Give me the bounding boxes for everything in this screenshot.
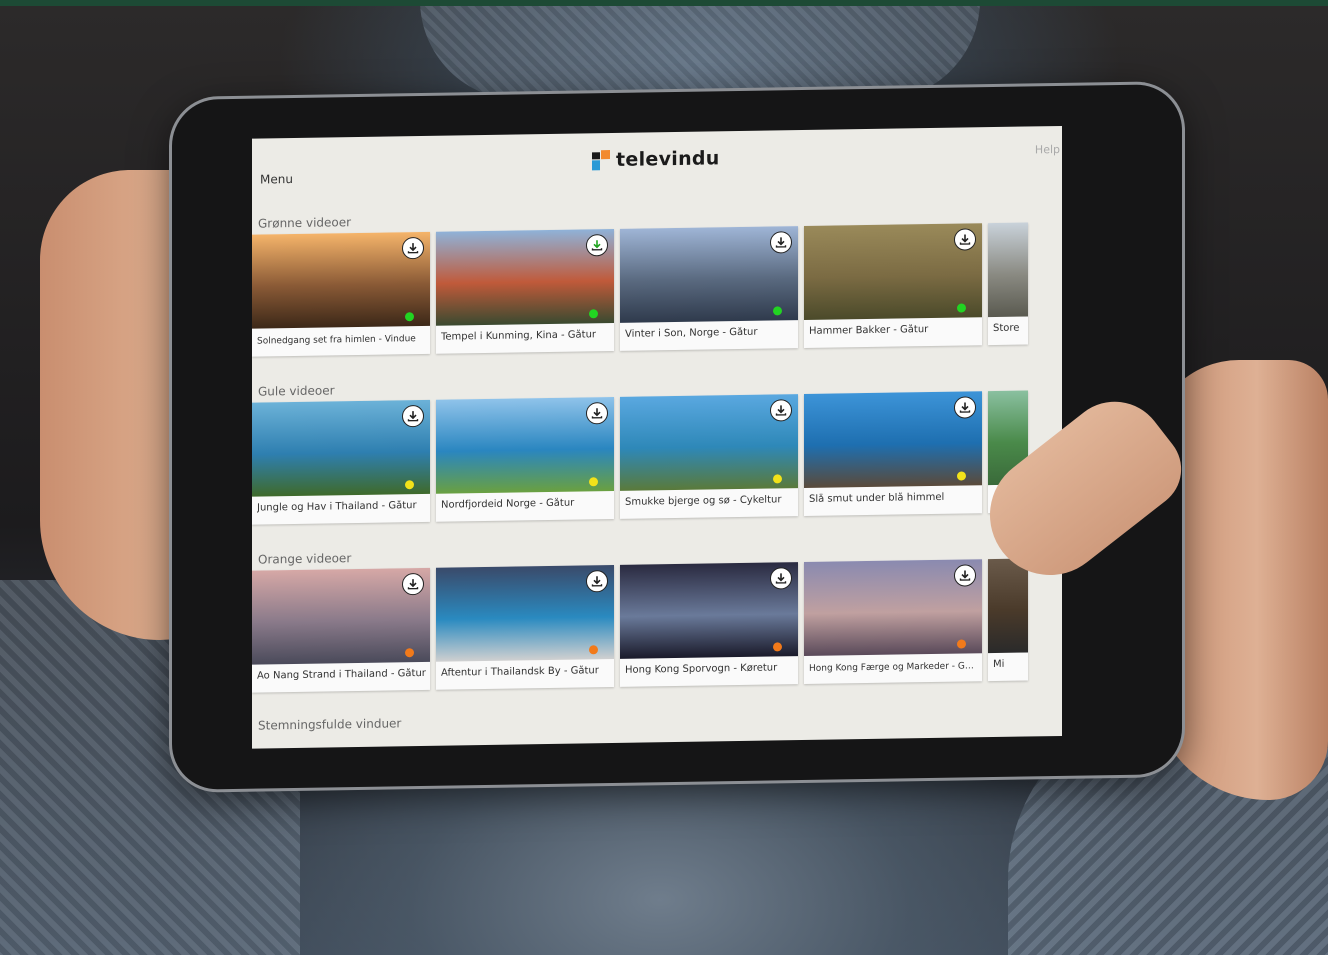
logo-text: televindu bbox=[616, 147, 720, 171]
video-card[interactable]: Store bbox=[988, 222, 1028, 346]
section-title-orange: Orange videoer bbox=[258, 551, 352, 567]
video-title: Hammer Bakker - Gåtur bbox=[809, 324, 929, 337]
menu-button[interactable]: Menu bbox=[260, 172, 293, 187]
video-title: Ao Nang Strand i Thailand - Gåtur bbox=[257, 667, 426, 682]
video-title: Smukke bjerge og sø - Cykeltur bbox=[625, 494, 782, 508]
video-row-orange: Ao Nang Strand i Thailand - Gåtur Aftent… bbox=[252, 558, 1028, 693]
frame-edge bbox=[0, 0, 1328, 6]
video-card[interactable]: Solnedgang set fra himlen - Vindue bbox=[252, 231, 430, 357]
video-title: Jungle og Hav i Thailand - Gåtur bbox=[257, 500, 417, 514]
video-card[interactable]: Ao Nang Strand i Thailand - Gåtur bbox=[252, 567, 430, 693]
video-thumbnail bbox=[988, 222, 1028, 318]
video-card[interactable]: Nordfjordeid Norge - Gåtur bbox=[436, 396, 614, 522]
video-card[interactable]: Slå smut under blå himmel bbox=[804, 391, 982, 517]
video-title: Hong Kong Sporvogn - Køretur bbox=[625, 662, 778, 676]
video-card[interactable]: Aftentur i Thailandsk By - Gåtur bbox=[436, 564, 614, 690]
help-link[interactable]: Help bbox=[1035, 143, 1060, 156]
video-card[interactable]: Mi bbox=[988, 558, 1028, 682]
tablet-screen: Menu televindu Help Grønne videoer Solne… bbox=[252, 125, 1062, 749]
video-row-green: Solnedgang set fra himlen - Vindue Tempe… bbox=[252, 222, 1028, 357]
video-thumbnail bbox=[988, 558, 1028, 654]
video-card[interactable]: Hammer Bakker - Gåtur bbox=[804, 223, 982, 349]
video-card[interactable]: Smukke bjerge og sø - Cykeltur bbox=[620, 394, 798, 519]
video-title: Nordfjordeid Norge - Gåtur bbox=[441, 497, 575, 511]
top-bar: Menu televindu Help bbox=[252, 126, 1062, 199]
section-title-green: Grønne videoer bbox=[258, 215, 352, 231]
video-card[interactable]: Jungle og Hav i Thailand - Gåtur bbox=[252, 399, 430, 525]
logo: televindu bbox=[592, 147, 720, 171]
video-title: Solnedgang set fra himlen - Vindue bbox=[257, 334, 416, 347]
video-card[interactable]: Tempel i Kunming, Kina - Gåtur bbox=[436, 228, 614, 354]
section-title-yellow: Gule videoer bbox=[258, 383, 335, 399]
video-title: Tempel i Kunming, Kina - Gåtur bbox=[441, 329, 597, 343]
logo-icon bbox=[592, 150, 612, 171]
video-title: Slå smut under blå himmel bbox=[809, 491, 945, 505]
shirt-top bbox=[420, 0, 980, 100]
video-card[interactable]: Vinter i Son, Norge - Gåtur bbox=[620, 226, 798, 351]
video-title: Vinter i Son, Norge - Gåtur bbox=[625, 326, 758, 340]
video-title: Hong Kong Færge og Markeder - Gåt... bbox=[809, 661, 979, 674]
video-card[interactable]: Hong Kong Færge og Markeder - Gåt... bbox=[804, 559, 982, 685]
video-card[interactable]: Hong Kong Sporvogn - Køretur bbox=[620, 562, 798, 687]
video-title: Mi bbox=[993, 658, 1005, 671]
section-title-ambient: Stemningsfulde vinduer bbox=[258, 716, 402, 733]
video-row-yellow: Jungle og Hav i Thailand - Gåtur Nordfjo… bbox=[252, 390, 1028, 525]
tablet-device: Menu televindu Help Grønne videoer Solne… bbox=[172, 84, 1182, 790]
video-title: Aftentur i Thailandsk By - Gåtur bbox=[441, 665, 599, 679]
video-title: Store bbox=[993, 322, 1020, 335]
